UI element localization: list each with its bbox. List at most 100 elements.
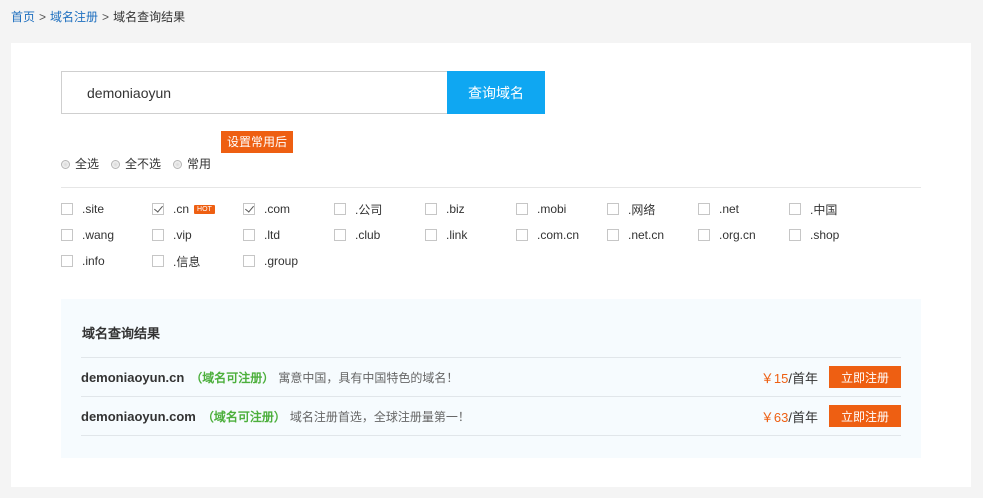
result-domain: demoniaoyun.cn [81, 369, 185, 385]
checkbox-icon[interactable] [516, 203, 528, 215]
suffix-checkbox-org-cn[interactable]: .org.cn [698, 227, 789, 243]
checkbox-icon[interactable] [698, 203, 710, 215]
checkbox-icon[interactable] [61, 203, 73, 215]
checkbox-icon[interactable] [243, 255, 255, 267]
domain-search-input[interactable] [61, 71, 447, 114]
checkbox-icon[interactable] [243, 229, 255, 241]
checkbox-icon[interactable] [152, 229, 164, 241]
checkbox-checked-icon[interactable] [243, 203, 255, 215]
divider [61, 187, 921, 188]
suffix-label: .biz [446, 202, 465, 216]
radio-select-none[interactable]: 全不选 [111, 156, 161, 172]
checkbox-icon[interactable] [61, 229, 73, 241]
result-row-com: demoniaoyun.com （域名可注册） 域名注册首选，全球注册量第一！ … [81, 397, 901, 435]
result-desc: 域名注册首选，全球注册量第一！ [289, 409, 470, 424]
result-price-unit: /首年 [788, 370, 818, 386]
breadcrumb-current: 域名查询结果 [113, 10, 186, 24]
register-now-button[interactable]: 立即注册 [829, 366, 901, 388]
checkbox-icon[interactable] [425, 203, 437, 215]
suffix-label: .com [264, 202, 291, 216]
result-price: ￥15 [760, 370, 789, 386]
search-domain-button[interactable]: 查询域名 [447, 71, 545, 114]
radio-select-all[interactable]: 全选 [61, 156, 99, 172]
suffix-label: .信息 [173, 254, 201, 269]
result-price-wrap: ￥63/首年 立即注册 [761, 405, 901, 427]
result-price-unit: /首年 [788, 409, 818, 425]
result-desc: 寓意中国，具有中国特色的域名！ [278, 370, 459, 385]
suffix-label: .网络 [628, 202, 656, 217]
suffix-checkbox-grid: .site .cn HOT .com .公司 .biz .mobi .网络 .ne… [61, 201, 941, 269]
suffix-checkbox-ltd[interactable]: .ltd [243, 227, 334, 243]
suffix-label: .mobi [537, 202, 567, 216]
radio-label: 全选 [75, 157, 100, 171]
breadcrumb-separator: > [102, 10, 110, 24]
suffix-checkbox-mobi[interactable]: .mobi [516, 201, 607, 217]
suffix-checkbox-xinxi[interactable]: .信息 [152, 253, 243, 269]
suffix-label: .wang [82, 228, 115, 242]
checkbox-icon[interactable] [789, 229, 801, 241]
suffix-checkbox-net-cn[interactable]: .net.cn [607, 227, 698, 243]
result-price-wrap: ￥15/首年 立即注册 [761, 366, 901, 388]
suffix-label: .site [82, 202, 105, 216]
checkbox-icon[interactable] [607, 203, 619, 215]
suffix-label: .info [82, 254, 105, 268]
suffix-label: .club [355, 228, 381, 242]
suffix-checkbox-link[interactable]: .link [425, 227, 516, 243]
suffix-label: .cn [173, 202, 190, 216]
result-domain: demoniaoyun.com [81, 408, 196, 424]
suffix-checkbox-com[interactable]: .com [243, 201, 334, 217]
radio-dot-icon [61, 159, 70, 169]
register-now-button[interactable]: 立即注册 [829, 405, 901, 427]
suffix-label: .group [264, 254, 299, 268]
main-panel: 查询域名 设置常用后 全选 全不选 常用 .site .cn HOT .com .… [11, 43, 971, 487]
checkbox-icon[interactable] [61, 255, 73, 267]
suffix-checkbox-vip[interactable]: .vip [152, 227, 243, 243]
suffix-label: .vip [173, 228, 192, 242]
radio-label: 全不选 [125, 157, 162, 171]
checkbox-icon[interactable] [334, 203, 346, 215]
suffix-checkbox-zhongguo[interactable]: .中国 [789, 201, 880, 217]
suffix-label: .org.cn [719, 228, 756, 242]
result-divider [81, 435, 901, 436]
suffix-checkbox-gongsi[interactable]: .公司 [334, 201, 425, 217]
result-row-cn: demoniaoyun.cn （域名可注册） 寓意中国，具有中国特色的域名！ ￥… [81, 358, 901, 396]
suffix-label: .com.cn [537, 228, 580, 242]
result-status: （域名可注册） [190, 370, 275, 385]
checkbox-icon[interactable] [334, 229, 346, 241]
suffix-checkbox-info[interactable]: .info [61, 253, 152, 269]
suffix-checkbox-shop[interactable]: .shop [789, 227, 880, 243]
suffix-label: .中国 [810, 202, 838, 217]
hot-badge: HOT [194, 204, 215, 214]
checkbox-icon[interactable] [607, 229, 619, 241]
radio-select-common[interactable]: 常用 [173, 156, 211, 172]
radio-dot-icon [111, 159, 121, 169]
checkbox-icon[interactable] [698, 229, 710, 241]
result-title: 域名查询结果 [82, 326, 161, 341]
suffix-label: .link [446, 228, 468, 242]
suffix-label: .net.cn [628, 228, 665, 242]
breadcrumb-separator: > [39, 10, 47, 24]
suffix-checkbox-club[interactable]: .club [334, 227, 425, 243]
breadcrumb-home-link[interactable]: 首页 [11, 10, 35, 24]
breadcrumb: 首页 > 域名注册 > 域名查询结果 [11, 9, 185, 25]
suffix-checkbox-cn[interactable]: .cn HOT [152, 201, 243, 217]
radio-dot-icon [173, 159, 183, 169]
suffix-label: .公司 [355, 202, 383, 217]
suffix-checkbox-com-cn[interactable]: .com.cn [516, 227, 607, 243]
suffix-checkbox-wang[interactable]: .wang [61, 227, 152, 243]
suffix-checkbox-site[interactable]: .site [61, 201, 152, 217]
checkbox-icon[interactable] [789, 203, 801, 215]
suffix-checkbox-wangluo[interactable]: .网络 [607, 201, 698, 217]
suffix-checkbox-biz[interactable]: .biz [425, 201, 516, 217]
result-box: 域名查询结果 demoniaoyun.cn （域名可注册） 寓意中国，具有中国特… [61, 299, 921, 458]
result-status: （域名可注册） [201, 409, 286, 424]
breadcrumb-domain-reg-link[interactable]: 域名注册 [50, 10, 98, 24]
checkbox-icon[interactable] [516, 229, 528, 241]
checkbox-icon[interactable] [152, 255, 164, 267]
set-common-button[interactable]: 设置常用后 [221, 131, 294, 153]
checkbox-checked-icon[interactable] [152, 203, 164, 215]
suffix-checkbox-net[interactable]: .net [698, 201, 789, 217]
checkbox-icon[interactable] [425, 229, 437, 241]
suffix-checkbox-group[interactable]: .group [243, 253, 334, 269]
suffix-label: .ltd [264, 228, 281, 242]
